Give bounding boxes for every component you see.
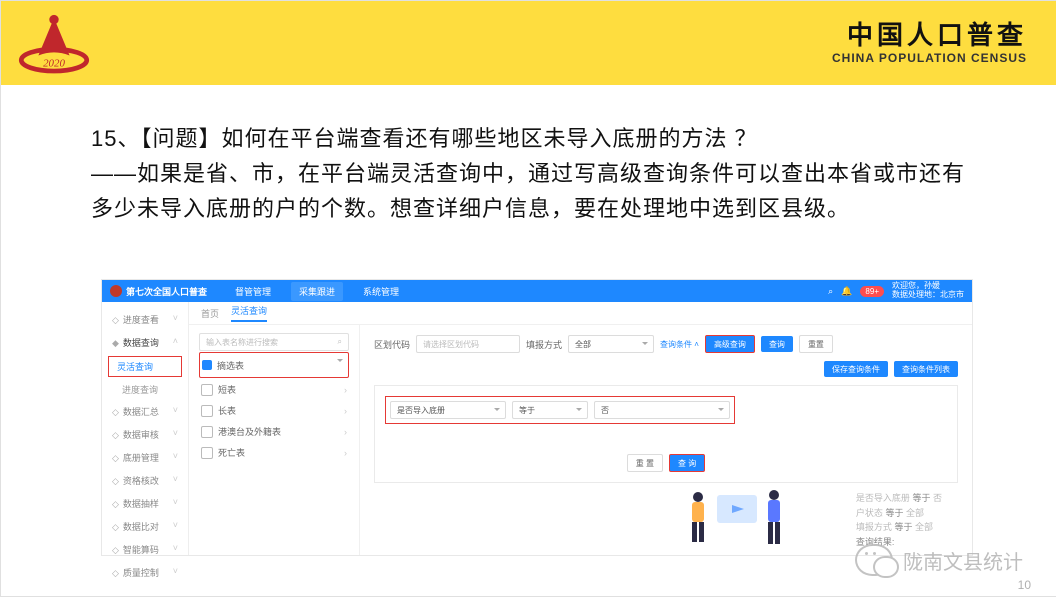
question-text: 15、【问题】如何在平台端查看还有哪些地区未导入底册的方法 ？ ——如果是省、市… (1, 85, 1056, 233)
app-title: 第七次全国人口普查 (126, 285, 207, 298)
side-smart[interactable]: ◇智能算码˅ (102, 538, 188, 561)
cond-op-select[interactable]: 等于 (512, 401, 588, 419)
table-list: 输入表名称进行搜索⌕ 摘选表 短表› 长表› 港澳台及外籍表› 死亡表› (189, 325, 360, 555)
table-item-death[interactable]: 死亡表› (199, 442, 349, 463)
link-conditions[interactable]: 查询条件 ˄ (660, 339, 699, 350)
side-dataquery[interactable]: ◆数据查询˄ (102, 331, 188, 354)
table-item-hk[interactable]: 港澳台及外籍表› (199, 421, 349, 442)
question-line1: 15、【问题】如何在平台端查看还有哪些地区未导入底册的方法 ？ (91, 121, 977, 156)
brand-block: 中国人口普查 CHINA POPULATION CENSUS (832, 20, 1027, 66)
query-button[interactable]: 查询 (761, 336, 793, 352)
side-compare[interactable]: ◇数据比对˅ (102, 515, 188, 538)
app-sidebar: ◇进度查看˅ ◆数据查询˄ 灵活查询 进度查询 ◇数据汇总˅ ◇数据审核˅ ◇底… (102, 302, 189, 555)
nav-tab-system[interactable]: 系统管理 (355, 282, 407, 301)
cond-value-select[interactable]: 否 (594, 401, 730, 419)
app-screenshot: 第七次全国人口普查 督管管理 采集跟进 系统管理 ⌕ 🔔 89+ 欢迎您，孙媛 … (101, 279, 973, 556)
question-line2: ——如果是省、市，在平台端灵活查询中，通过写高级查询条件可以查出本省或市还有多少… (91, 156, 977, 226)
app-navbar: 第七次全国人口普查 督管管理 采集跟进 系统管理 ⌕ 🔔 89+ 欢迎您，孙媛 … (102, 280, 972, 302)
condition-list-button[interactable]: 查询条件列表 (894, 361, 958, 377)
save-condition-button[interactable]: 保存查询条件 (824, 361, 888, 377)
query-form: 区划代码 请选择区划代码 填报方式 全部 查询条件 ˄ 高级查询 查询 重置 保… (360, 325, 972, 555)
fillmode-select[interactable]: 全部 (568, 335, 654, 353)
crumb-current: 灵活查询 (231, 304, 267, 322)
side-progquery[interactable]: 进度查询 (102, 379, 188, 400)
table-item-summary[interactable]: 摘选表 (199, 352, 349, 378)
nav-tab-collect[interactable]: 采集跟进 (291, 282, 343, 301)
brand-title-cn: 中国人口普查 (832, 20, 1027, 51)
page-number: 10 (1018, 578, 1031, 592)
nav-tab-supervise[interactable]: 督管管理 (227, 282, 279, 301)
reset-button[interactable]: 重置 (799, 335, 833, 353)
app-logo-icon (110, 285, 122, 297)
areacode-input[interactable]: 请选择区划代码 (416, 335, 520, 353)
notif-badge[interactable]: 89+ (860, 286, 884, 297)
side-audit[interactable]: ◇数据审核˅ (102, 423, 188, 446)
table-item-long[interactable]: 长表› (199, 400, 349, 421)
side-summary[interactable]: ◇数据汇总˅ (102, 400, 188, 423)
side-quality[interactable]: ◇质量控制˅ (102, 561, 188, 584)
result-summary: 是否导入底册 等于 否 户状态 等于 全部 填报方式 等于 全部 查询结果: (856, 491, 942, 549)
condition-row: 是否导入底册 等于 否 (385, 396, 735, 424)
brand-title-en: CHINA POPULATION CENSUS (832, 51, 1027, 65)
user-info: 欢迎您，孙媛 数据处理地：北京市 (892, 282, 964, 300)
side-flexquery[interactable]: 灵活查询 (108, 356, 182, 377)
census-logo-icon: 2020 (15, 11, 93, 75)
census-logo: 2020 (15, 11, 93, 75)
side-qualify[interactable]: ◇资格核改˅ (102, 469, 188, 492)
svg-text:2020: 2020 (43, 57, 65, 69)
crumb-home[interactable]: 首页 (201, 307, 219, 320)
side-register[interactable]: ◇底册管理˅ (102, 446, 188, 469)
watermark: 陇南文县统计 (855, 544, 1023, 576)
breadcrumb: 首页 灵活查询 (189, 302, 972, 325)
panel-reset-button[interactable]: 重 置 (627, 454, 663, 472)
slide-header: 2020 中国人口普查 CHINA POPULATION CENSUS (1, 1, 1056, 85)
illustration-icon (662, 475, 802, 555)
table-search-input[interactable]: 输入表名称进行搜索⌕ (199, 333, 349, 351)
cond-field-select[interactable]: 是否导入底册 (390, 401, 506, 419)
condition-panel: 是否导入底册 等于 否 重 置 查 询 (374, 385, 958, 483)
label-areacode: 区划代码 (374, 338, 410, 351)
side-progress[interactable]: ◇进度查看˅ (102, 308, 188, 331)
wechat-icon (855, 544, 893, 576)
table-item-short[interactable]: 短表› (199, 379, 349, 400)
label-fillmode: 填报方式 (526, 338, 562, 351)
bell-icon[interactable]: 🔔 (841, 286, 852, 297)
panel-query-button[interactable]: 查 询 (669, 454, 705, 472)
search-icon[interactable]: ⌕ (828, 286, 833, 297)
advanced-query-button[interactable]: 高级查询 (705, 335, 755, 353)
watermark-text: 陇南文县统计 (903, 546, 1023, 575)
side-sample[interactable]: ◇数据抽样˅ (102, 492, 188, 515)
